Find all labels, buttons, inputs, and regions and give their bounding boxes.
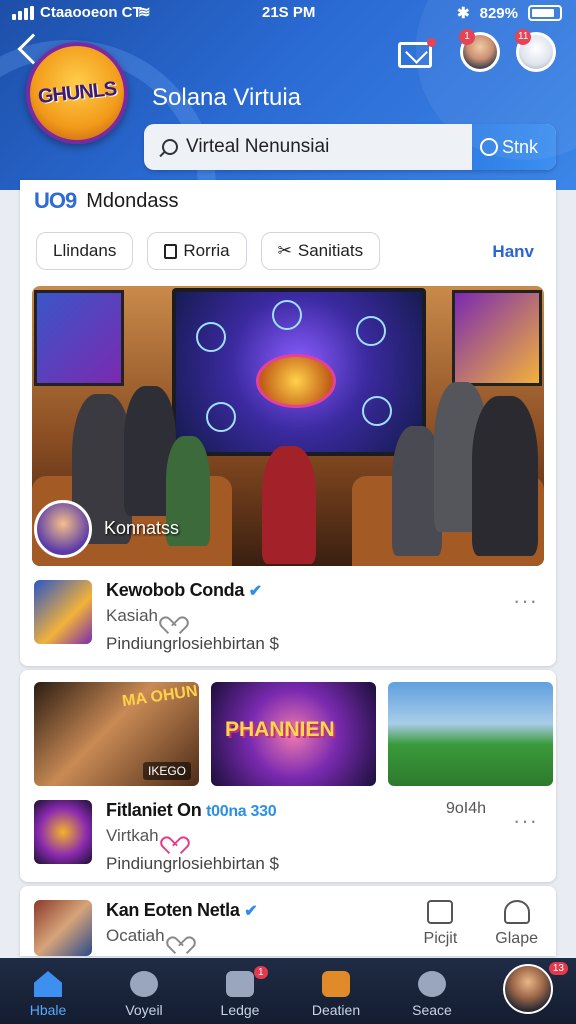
header-avatar-1[interactable]: 1 xyxy=(459,29,500,72)
media-tile-1[interactable]: MA OHUN IKEGO xyxy=(34,682,199,786)
map-icon xyxy=(427,900,454,924)
hero-image[interactable]: Konnatss xyxy=(32,286,544,566)
file-icon xyxy=(164,243,178,259)
battery-icon xyxy=(528,5,562,21)
post-author: Fitlaniet On t00na 330 xyxy=(106,800,277,820)
post-thumbnail xyxy=(34,580,92,644)
post-item[interactable]: Kewobob Conda ✔ Kasiah Pindiungrlosiehbi… xyxy=(34,580,542,653)
profile-badge: 13 xyxy=(548,962,568,975)
carrier-name: Ctaaooeon CT xyxy=(40,4,142,21)
post-thumbnail xyxy=(34,800,92,864)
more-options-icon[interactable]: ··· xyxy=(513,808,538,834)
top-header: Ctaaooeon CT ≋ 21S PM ✱ 829% GHUNLS Sola… xyxy=(0,0,576,190)
status-time: 21S PM xyxy=(262,4,316,21)
post-author: Kewobob Conda ✔ xyxy=(106,580,262,600)
chip-rorria[interactable]: Rorria xyxy=(147,232,247,270)
feed-card-main: UO9 Mdondass Llindans Rorria ✂ Sanitiats … xyxy=(20,180,556,666)
creator-avatar[interactable] xyxy=(34,500,92,558)
scissors-icon: ✂ xyxy=(277,241,292,260)
filter-chips: Llindans Rorria ✂ Sanitiats xyxy=(36,232,381,270)
wall-poster-right xyxy=(452,290,542,386)
status-bar: Ctaaooeon CT ≋ 21S PM ✱ 829% xyxy=(0,0,576,28)
battery-percent: 829% xyxy=(479,4,518,22)
bluetooth-icon: ✱ xyxy=(457,5,470,22)
notification-badge: 1 xyxy=(459,29,475,45)
bottom-tab-bar: Hbale Voyeil 1 Ledge Deatien Seace 13 xyxy=(0,958,576,1024)
search-input[interactable] xyxy=(186,136,466,158)
wall-poster-left xyxy=(34,290,124,386)
tab-badge: 1 xyxy=(254,966,268,979)
feed-card-third: Kan Eoten Netla ✔ Ocatiah Picjit Glape xyxy=(20,886,556,956)
verified-icon: ✔ xyxy=(244,903,258,920)
post-author: Kan Eoten Netla ✔ xyxy=(106,900,258,920)
tab-seace[interactable]: Seace xyxy=(384,958,480,1024)
heart-icon[interactable] xyxy=(164,609,180,623)
media-tiles: MA OHUN IKEGO PHANNIEN xyxy=(34,682,553,786)
notification-badge: 11 xyxy=(515,29,532,45)
tab-home[interactable]: Hbale xyxy=(0,958,96,1024)
post-sub: Virtkah xyxy=(106,826,181,846)
more-link[interactable]: Hanv xyxy=(492,242,534,262)
user-icon xyxy=(503,900,530,924)
search-icon xyxy=(162,139,178,155)
post-time: 9oI4h xyxy=(445,800,486,817)
tab-deatien[interactable]: Deatien xyxy=(288,958,384,1024)
chip-llindans[interactable]: Llindans xyxy=(36,232,134,270)
post-sub: Kasiah xyxy=(106,606,180,626)
tab-profile[interactable]: 13 xyxy=(480,958,576,1024)
home-icon xyxy=(34,971,62,997)
post-sub: Ocatiah xyxy=(106,926,187,946)
post-item[interactable]: Fitlaniet On t00na 330 9oI4h Virtkah Pin… xyxy=(34,800,542,873)
post-description: Pindiungrlosiehbirtan $ xyxy=(106,854,279,873)
post-thumbnail xyxy=(34,900,92,956)
smile-icon xyxy=(418,971,446,997)
group-icon xyxy=(322,971,350,997)
hero-caption: Konnatss xyxy=(104,518,180,538)
post-description: Pindiungrlosiehbirtan $ xyxy=(106,634,279,653)
section-title: Mdondass xyxy=(86,189,179,212)
mail-icon[interactable] xyxy=(398,38,436,68)
search-button[interactable]: Stnk xyxy=(472,124,556,170)
heart-icon[interactable] xyxy=(165,829,181,843)
app-logo: GHUNLS xyxy=(26,42,128,144)
wifi-icon: ≋ xyxy=(138,4,151,21)
tab-voyeil[interactable]: Voyeil xyxy=(96,958,192,1024)
media-tile-3[interactable] xyxy=(388,682,553,786)
picjit-button[interactable]: Picjit xyxy=(424,900,457,948)
feed-card-secondary: MA OHUN IKEGO PHANNIEN Fitlaniet On t00n… xyxy=(20,670,556,882)
search-bar: Stnk xyxy=(144,124,556,170)
app-title: Solana Virtuia xyxy=(152,84,301,111)
heart-icon[interactable] xyxy=(171,929,187,943)
section-logo: UO9 xyxy=(34,188,77,213)
screen-logo xyxy=(256,354,336,408)
tile-tag: IKEGO xyxy=(142,762,191,780)
glape-button[interactable]: Glape xyxy=(495,900,538,948)
verified-icon: ✔ xyxy=(248,583,262,600)
location-icon xyxy=(130,971,158,997)
verified-text: t00na 330 xyxy=(206,803,277,820)
header-avatar-2[interactable]: 11 xyxy=(515,29,556,72)
chip-sanitiats[interactable]: ✂ Sanitiats xyxy=(260,232,381,270)
chat-icon xyxy=(226,971,254,997)
tv-screen xyxy=(172,288,426,456)
profile-avatar xyxy=(503,964,553,1014)
media-tile-2[interactable]: PHANNIEN xyxy=(211,682,376,786)
search-icon xyxy=(480,138,498,156)
tab-ledge[interactable]: 1 Ledge xyxy=(192,958,288,1024)
more-options-icon[interactable]: ··· xyxy=(513,588,538,614)
signal-icon xyxy=(12,6,34,20)
